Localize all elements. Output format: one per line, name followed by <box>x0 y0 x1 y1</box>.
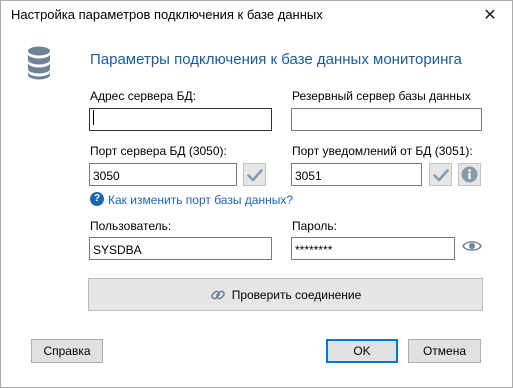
checkmark-icon <box>246 168 263 181</box>
title-bar: Настройка параметров подключения к базе … <box>1 1 512 29</box>
apply-server-port-button[interactable] <box>243 163 266 186</box>
dialog-body: Параметры подключения к базе данных мони… <box>1 29 512 387</box>
change-port-link[interactable]: Как изменить порт базы данных? <box>108 193 293 207</box>
server-port-label: Порт сервера БД (3050): <box>90 144 227 158</box>
ok-button[interactable]: OK <box>326 339 398 363</box>
show-password-icon[interactable] <box>462 238 482 254</box>
backup-server-label: Резервный сервер базы данных <box>292 89 471 103</box>
server-address-input[interactable] <box>89 108 272 131</box>
password-label: Пароль: <box>292 219 337 233</box>
dialog-window: Настройка параметров подключения к базе … <box>0 0 513 388</box>
cancel-button-label: Отмена <box>422 344 467 358</box>
window-title: Настройка параметров подключения к базе … <box>11 7 323 22</box>
ok-button-label: OK <box>353 344 371 358</box>
cancel-button[interactable]: Отмена <box>408 339 481 363</box>
database-icon <box>28 46 50 80</box>
server-address-label: Адрес сервера БД: <box>90 89 196 103</box>
test-connection-label: Проверить соединение <box>231 287 362 302</box>
notify-port-label: Порт уведомлений от БД (3051): <box>292 144 473 158</box>
apply-notify-port-button[interactable] <box>429 163 452 186</box>
help-button[interactable]: Справка <box>31 339 103 363</box>
info-icon <box>461 166 478 183</box>
text-cursor <box>93 110 94 125</box>
link-chain-icon <box>210 290 225 299</box>
backup-server-input[interactable] <box>291 108 482 131</box>
server-port-input[interactable] <box>89 163 237 186</box>
dialog-header: Параметры подключения к базе данных мони… <box>90 51 462 68</box>
test-connection-button[interactable]: Проверить соединение <box>88 278 483 311</box>
close-icon: ✕ <box>483 7 497 24</box>
info-button[interactable] <box>458 163 481 186</box>
checkmark-icon <box>432 168 449 181</box>
user-input[interactable] <box>89 237 272 260</box>
user-label: Пользователь: <box>90 219 172 233</box>
notify-port-input[interactable] <box>291 163 422 186</box>
password-input[interactable] <box>291 237 455 260</box>
help-icon: ? <box>90 192 104 206</box>
close-button[interactable]: ✕ <box>468 1 512 29</box>
help-button-label: Справка <box>43 344 91 358</box>
